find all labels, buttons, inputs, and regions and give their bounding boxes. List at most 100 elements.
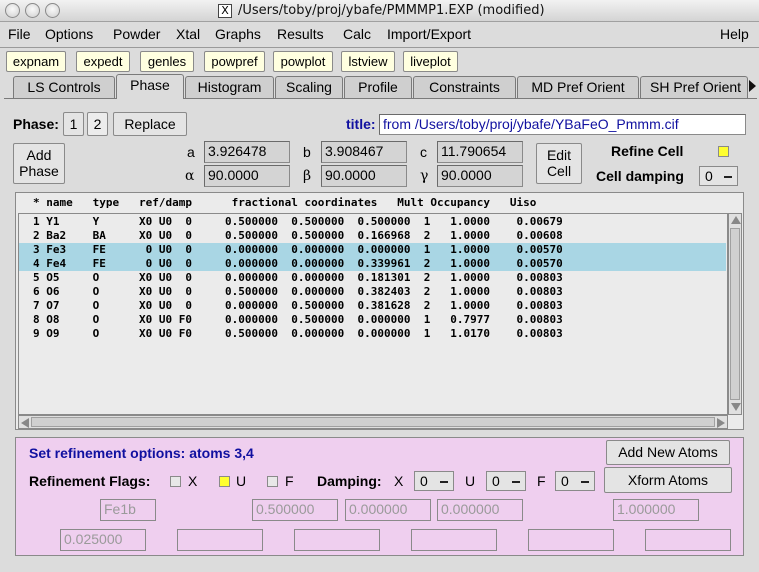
menu-powder[interactable]: Powder (113, 26, 160, 42)
atom-row-selected[interactable]: 3 Fe3 FE 0 U0 0 0.000000 0.000000 0.0000… (19, 243, 726, 257)
program-expnam-button[interactable]: expnam (6, 51, 66, 72)
edit-cell-button[interactable]: Edit Cell (536, 143, 582, 184)
damp-u-value: 0 (492, 473, 500, 489)
cell-gamma-field[interactable]: 90.0000 (437, 165, 523, 187)
refine-x-label: X (188, 473, 198, 489)
program-powplot-button[interactable]: powplot (273, 51, 333, 72)
refine-cell-checkbox[interactable] (718, 146, 729, 157)
window-title: /Users/toby/proj/ybafe/PMMMP1.EXP (modif… (238, 3, 545, 18)
atom-table-header: * name type ref/damp fractional coordina… (33, 196, 537, 209)
atom-row[interactable]: 1 Y1 Y X0 U0 0 0.500000 0.500000 0.50000… (19, 215, 726, 229)
scroll-down-icon[interactable] (731, 403, 741, 411)
tab-scaling[interactable]: Scaling (275, 76, 343, 98)
set-refinement-options-label: Set refinement options: atoms 3,4 (29, 445, 254, 461)
menu-results[interactable]: Results (277, 26, 324, 42)
menu-options[interactable]: Options (45, 26, 93, 42)
cell-damping-label: Cell damping (596, 168, 684, 184)
atom-x-field[interactable]: 0.500000 (252, 499, 338, 521)
refine-cell-label: Refine Cell (611, 143, 684, 159)
tab-phase[interactable]: Phase (116, 74, 184, 99)
atom-row[interactable]: 7 O7 O X0 U0 0 0.000000 0.500000 0.38162… (19, 299, 726, 313)
menu-bar: File Options Powder Xtal Graphs Results … (0, 23, 759, 48)
refine-f-label: F (285, 473, 294, 489)
tab-ls-controls[interactable]: LS Controls (13, 76, 115, 98)
program-genles-button[interactable]: genles (140, 51, 194, 72)
refine-x-checkbox[interactable] (170, 476, 181, 487)
damp-f-menu[interactable]: 0 (555, 471, 595, 491)
menu-import-export[interactable]: Import/Export (387, 26, 471, 42)
scroll-left-icon[interactable] (21, 418, 29, 428)
tab-constraints[interactable]: Constraints (413, 76, 516, 98)
program-button-row: expnam expedt genles powpref powplot lst… (0, 49, 759, 74)
program-lstview-button[interactable]: lstview (341, 51, 395, 72)
atom-row[interactable]: 5 O5 O X0 U0 0 0.000000 0.000000 0.18130… (19, 271, 726, 285)
window-titlebar: X /Users/toby/proj/ybafe/PMMMP1.EXP (mod… (0, 0, 759, 22)
aniso-field[interactable] (411, 529, 497, 551)
menu-file[interactable]: File (8, 26, 31, 42)
program-powpref-button[interactable]: powpref (204, 51, 265, 72)
tab-md-pref-orient[interactable]: MD Pref Orient (517, 76, 639, 98)
damp-f-value: 0 (561, 473, 569, 489)
refine-f-checkbox[interactable] (267, 476, 278, 487)
title-input[interactable]: from /Users/toby/proj/ybafe/YBaFeO_Pmmm.… (379, 114, 746, 135)
program-liveplot-button[interactable]: liveplot (403, 51, 458, 72)
atom-z-field[interactable]: 0.000000 (437, 499, 523, 521)
cell-beta-field[interactable]: 90.0000 (321, 165, 407, 187)
menu-indicator-icon (440, 481, 448, 483)
minimize-window-button[interactable] (25, 3, 40, 18)
atom-row[interactable]: 9 O9 O X0 U0 F0 0.500000 0.000000 0.0000… (19, 327, 726, 341)
damp-x-menu[interactable]: 0 (414, 471, 454, 491)
cell-a-field[interactable]: 3.926478 (204, 141, 290, 163)
refine-u-label: U (236, 473, 247, 489)
program-expedt-button[interactable]: expedt (76, 51, 130, 72)
tab-profile[interactable]: Profile (344, 76, 412, 98)
damp-x-label: X (394, 473, 404, 489)
scrollbar-thumb[interactable] (31, 417, 715, 427)
aniso-field[interactable] (528, 529, 614, 551)
damp-x-value: 0 (420, 473, 428, 489)
menu-calc[interactable]: Calc (343, 26, 371, 42)
cell-alpha-label: α (185, 168, 195, 184)
refine-u-checkbox[interactable] (219, 476, 230, 487)
tab-sh-pref-orient[interactable]: SH Pref Orient (640, 76, 748, 98)
scrollbar-thumb[interactable] (730, 228, 740, 400)
cell-c-field[interactable]: 11.790654 (437, 141, 523, 163)
close-window-button[interactable] (5, 3, 20, 18)
menu-indicator-icon (581, 481, 589, 483)
menu-indicator-icon (724, 176, 732, 178)
replace-button[interactable]: Replace (113, 112, 187, 136)
phase-2-button[interactable]: 2 (87, 112, 108, 136)
atom-occupancy-field[interactable]: 1.000000 (613, 499, 699, 521)
add-new-atoms-button[interactable]: Add New Atoms (606, 440, 730, 465)
menu-graphs[interactable]: Graphs (215, 26, 261, 42)
cell-alpha-field[interactable]: 90.0000 (204, 165, 290, 187)
cell-gamma-label: γ (420, 168, 429, 184)
atom-row[interactable]: 6 O6 O X0 U0 0 0.500000 0.000000 0.38240… (19, 285, 726, 299)
cell-b-field[interactable]: 3.908467 (321, 141, 407, 163)
aniso-field[interactable] (177, 529, 263, 551)
atom-row[interactable]: 8 O8 O X0 U0 F0 0.000000 0.500000 0.0000… (19, 313, 726, 327)
menu-xtal[interactable]: Xtal (176, 26, 200, 42)
xform-atoms-button[interactable]: Xform Atoms (604, 467, 732, 493)
zoom-window-button[interactable] (45, 3, 60, 18)
aniso-field[interactable] (645, 529, 731, 551)
cell-a-label: a (187, 144, 195, 160)
phase-1-button[interactable]: 1 (63, 112, 84, 136)
aniso-field[interactable] (294, 529, 380, 551)
scroll-up-icon[interactable] (731, 216, 741, 224)
tab-scroll-right-icon[interactable] (749, 80, 756, 92)
atom-list-horizontal-scrollbar[interactable] (18, 415, 728, 429)
add-phase-button[interactable]: Add Phase (13, 143, 65, 184)
atom-y-field[interactable]: 0.000000 (345, 499, 431, 521)
damp-u-menu[interactable]: 0 (486, 471, 526, 491)
cell-damping-value: 0 (705, 168, 713, 184)
atom-list-vertical-scrollbar[interactable] (728, 213, 742, 415)
tab-histogram[interactable]: Histogram (185, 76, 274, 98)
atom-row-selected[interactable]: 4 Fe4 FE 0 U0 0 0.000000 0.000000 0.3399… (19, 257, 726, 271)
cell-damping-menu[interactable]: 0 (699, 166, 738, 186)
atom-name-field[interactable]: Fe1b (100, 499, 156, 521)
atom-row[interactable]: 2 Ba2 BA X0 U0 0 0.500000 0.500000 0.166… (19, 229, 726, 243)
scroll-right-icon[interactable] (717, 418, 725, 428)
atom-uiso-field[interactable]: 0.025000 (60, 529, 146, 551)
menu-help[interactable]: Help (720, 26, 749, 42)
